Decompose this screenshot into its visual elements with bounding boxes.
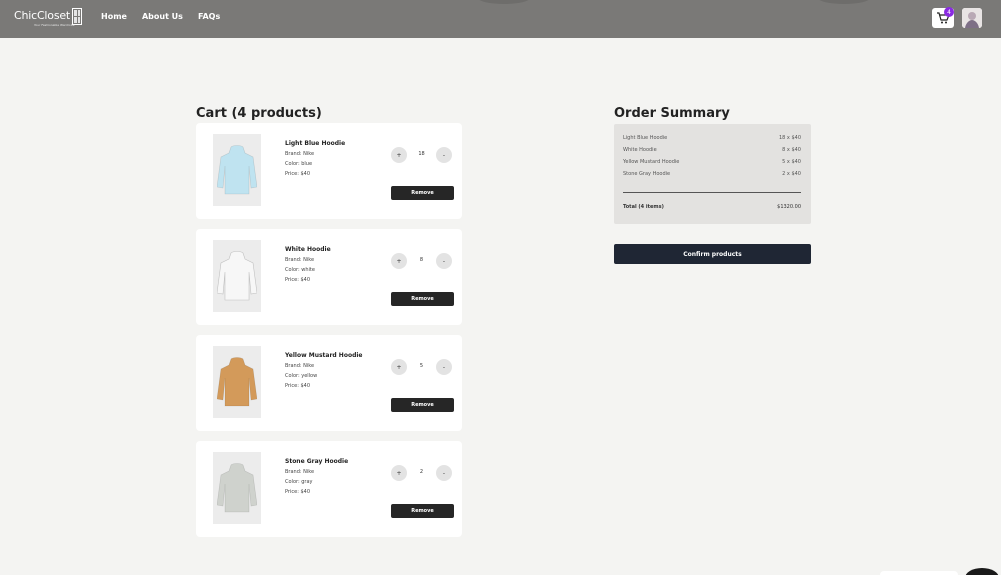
cart-count-badge: 4	[944, 7, 954, 17]
plus-icon: +	[396, 469, 402, 477]
quantity-stepper: + 18 -	[391, 147, 452, 163]
product-price: Price: $40	[285, 171, 311, 177]
quantity-value: 18	[418, 151, 425, 157]
hoodie-shape	[217, 251, 257, 301]
quantity-value: 2	[419, 469, 424, 475]
remove-button[interactable]: Remove	[391, 186, 454, 200]
cart-item: Yellow Mustard Hoodie Brand: Nike Color:…	[196, 335, 462, 431]
hoodie-image	[217, 463, 257, 513]
top-navigation-bar: ChicCloset Your Fashionable Wardrobe Hom…	[0, 0, 1001, 38]
hoodie-shape	[217, 357, 257, 407]
product-brand: Brand: Nike	[285, 363, 315, 369]
summary-divider	[623, 192, 801, 193]
summary-row: White Hoodie 8 x $40	[623, 147, 801, 153]
quantity-value: 5	[419, 363, 424, 369]
product-image[interactable]	[213, 346, 261, 418]
product-price: Price: $40	[285, 489, 311, 495]
brand-logo[interactable]: ChicCloset Your Fashionable Wardrobe	[14, 8, 83, 27]
total-value: $1320.00	[777, 204, 801, 210]
quantity-stepper: + 5 -	[391, 359, 452, 375]
main-nav: Home About Us FAQs	[101, 12, 235, 21]
decrease-button[interactable]: -	[436, 359, 452, 375]
summary-row: Stone Gray Hoodie 2 x $40	[623, 171, 801, 177]
product-color: Color: yellow	[285, 373, 318, 379]
chat-prompt[interactable]	[880, 571, 958, 575]
remove-button[interactable]: Remove	[391, 292, 454, 306]
product-name: White Hoodie	[285, 246, 331, 253]
product-color: Color: white	[285, 267, 315, 273]
cart-title: Cart (4 products)	[196, 106, 322, 121]
minus-icon: -	[442, 469, 446, 477]
cart-item: White Hoodie Brand: Nike Color: white Pr…	[196, 229, 462, 325]
increase-button[interactable]: +	[391, 465, 407, 481]
product-name: Stone Gray Hoodie	[285, 458, 349, 465]
product-image[interactable]	[213, 134, 261, 206]
decorative-shape	[478, 0, 530, 4]
minus-icon: -	[442, 257, 446, 265]
nav-home[interactable]: Home	[101, 12, 127, 21]
cart-item: Light Blue Hoodie Brand: Nike Color: blu…	[196, 123, 462, 219]
nav-about-us[interactable]: About Us	[142, 12, 183, 21]
summary-item-label: Light Blue Hoodie	[623, 135, 668, 141]
summary-item-value: 18 x $40	[778, 135, 801, 141]
user-avatar-icon	[962, 8, 982, 28]
quantity-stepper: + 2 -	[391, 465, 452, 481]
summary-item-label: White Hoodie	[623, 147, 657, 153]
hoodie-image	[217, 357, 257, 407]
decrease-button[interactable]: -	[436, 147, 452, 163]
plus-icon: +	[396, 151, 402, 159]
hoodie-shape	[217, 463, 257, 513]
decrease-button[interactable]: -	[436, 253, 452, 269]
quantity-value: 8	[419, 257, 424, 263]
minus-icon: -	[442, 363, 446, 371]
decrease-button[interactable]: -	[436, 465, 452, 481]
increase-button[interactable]: +	[391, 359, 407, 375]
order-summary-title: Order Summary	[614, 106, 730, 121]
minus-icon: -	[442, 151, 446, 159]
product-price: Price: $40	[285, 277, 311, 283]
plus-icon: +	[396, 363, 402, 371]
product-brand: Brand: Nike	[285, 151, 315, 157]
product-color: Color: blue	[285, 161, 313, 167]
cart-item: Stone Gray Hoodie Brand: Nike Color: gra…	[196, 441, 462, 537]
summary-item-value: 8 x $40	[782, 147, 801, 153]
confirm-products-button[interactable]: Confirm products	[614, 244, 811, 264]
chat-button[interactable]	[965, 568, 999, 575]
summary-item-value: 2 x $40	[782, 171, 801, 177]
hoodie-image	[217, 145, 257, 195]
brand-name: ChicCloset	[14, 9, 71, 22]
plus-icon: +	[396, 257, 402, 265]
quantity-stepper: + 8 -	[391, 253, 452, 269]
decorative-shape	[818, 0, 870, 4]
hoodie-image	[217, 251, 257, 301]
avatar[interactable]	[962, 8, 982, 28]
product-brand: Brand: Nike	[285, 257, 315, 263]
total-label: Total (4 items)	[623, 204, 664, 210]
summary-item-label: Stone Gray Hoodie	[623, 171, 671, 177]
order-summary-panel: Light Blue Hoodie 18 x $40 White Hoodie …	[614, 124, 811, 224]
summary-row: Light Blue Hoodie 18 x $40	[623, 135, 801, 141]
product-color: Color: gray	[285, 479, 313, 485]
product-brand: Brand: Nike	[285, 469, 315, 475]
remove-button[interactable]: Remove	[391, 504, 454, 518]
remove-button[interactable]: Remove	[391, 398, 454, 412]
summary-item-value: 5 x $40	[782, 159, 801, 165]
increase-button[interactable]: +	[391, 253, 407, 269]
hoodie-shape	[217, 145, 257, 195]
summary-row: Yellow Mustard Hoodie 5 x $40	[623, 159, 801, 165]
nav-faqs[interactable]: FAQs	[198, 12, 220, 21]
product-image[interactable]	[213, 452, 261, 524]
product-name: Light Blue Hoodie	[285, 140, 346, 147]
product-name: Yellow Mustard Hoodie	[285, 352, 363, 359]
increase-button[interactable]: +	[391, 147, 407, 163]
product-image[interactable]	[213, 240, 261, 312]
product-price: Price: $40	[285, 383, 311, 389]
summary-item-label: Yellow Mustard Hoodie	[623, 159, 680, 165]
summary-total: Total (4 items) $1320.00	[623, 204, 801, 210]
brand-tagline: Your Fashionable Wardrobe	[34, 23, 75, 27]
